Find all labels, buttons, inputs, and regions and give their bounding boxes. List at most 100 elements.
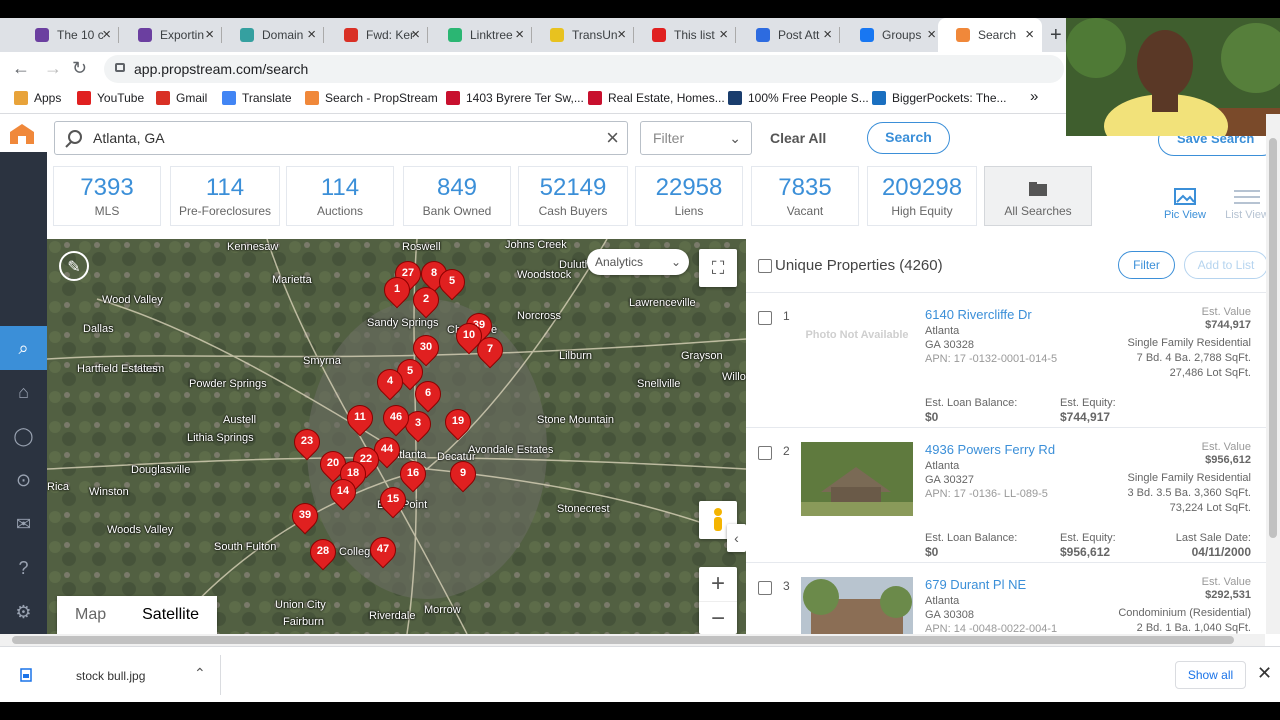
property-apn: APN: 17 -0132-0001-014-5 — [925, 353, 1058, 365]
add-to-list-button[interactable]: Add to List — [1184, 251, 1266, 279]
map-view[interactable]: Kennesaw Roswell Johns Creek Duluth Lawrence… — [47, 239, 746, 634]
clear-all-button[interactable]: Clear All — [770, 130, 826, 146]
search-button[interactable]: Search — [867, 122, 950, 154]
property-search-icon[interactable]: ⊙ — [0, 458, 47, 502]
stat-card[interactable]: 114 Auctions — [286, 166, 394, 226]
horizontal-scroll-thumb[interactable] — [12, 636, 1234, 644]
bookmark-item[interactable]: Translate — [222, 91, 292, 105]
tab-5[interactable]: Linktree × — [430, 18, 532, 52]
tab-2[interactable]: Exportin × — [120, 18, 222, 52]
tab-1[interactable]: The 10 c × — [17, 18, 119, 52]
back-icon[interactable]: ← — [12, 58, 30, 79]
stat-card[interactable]: 849 Bank Owned — [403, 166, 511, 226]
tab-close-icon[interactable]: × — [719, 26, 728, 43]
bookmark-item[interactable]: 100% Free People S... — [728, 91, 869, 105]
bookmark-item[interactable]: Gmail — [156, 91, 207, 105]
map-type-map-button[interactable]: Map — [57, 596, 124, 634]
tab-close-icon[interactable]: × — [515, 26, 524, 43]
bookmark-item[interactable]: Real Estate, Homes... — [588, 91, 725, 105]
user-icon[interactable]: ◯ — [0, 414, 47, 458]
tab-9[interactable]: Groups × — [842, 18, 944, 52]
loan-balance-label: Est. Loan Balance: — [925, 397, 1018, 409]
show-all-button[interactable]: Show all — [1175, 661, 1246, 689]
tab-close-icon[interactable]: × — [102, 26, 111, 43]
zoom-in-button[interactable]: + — [699, 567, 737, 601]
fullscreen-icon[interactable]: ⛶ — [699, 249, 737, 287]
close-icon[interactable]: ✕ — [1257, 663, 1272, 684]
propstream-logo[interactable] — [0, 114, 47, 152]
tab-8[interactable]: Post Att × — [738, 18, 840, 52]
bookmark-item[interactable]: Apps — [14, 91, 61, 105]
analytics-dropdown[interactable]: Analytics ⌄ — [587, 249, 689, 275]
download-filename[interactable]: stock bull.jpg — [76, 669, 145, 683]
chevron-up-icon[interactable]: ⌃ — [194, 665, 206, 682]
collapse-panel-icon[interactable]: ‹ — [727, 524, 746, 552]
tab-close-icon[interactable]: × — [307, 26, 316, 43]
pic-view-toggle[interactable]: Pic View — [1162, 188, 1208, 221]
stat-value: 22958 — [655, 174, 723, 201]
property-row[interactable]: 2 4936 Powers Ferry Rd Atlanta GA 30327 APN:… — [746, 427, 1266, 562]
stat-card[interactable]: 7393 MLS — [53, 166, 161, 226]
vertical-scroll-thumb[interactable] — [1269, 138, 1277, 538]
property-photo[interactable] — [801, 442, 913, 516]
last-sale-date: 04/11/2000 — [1191, 545, 1251, 559]
property-row[interactable]: 1 Photo Not Available 6140 Rivercliffe Dr A… — [746, 292, 1266, 427]
bookmarks-overflow[interactable]: » — [1030, 88, 1038, 105]
tab-close-icon[interactable]: × — [1025, 26, 1034, 43]
tab-close-icon[interactable]: × — [823, 26, 832, 43]
tab-close-icon[interactable]: × — [927, 26, 936, 43]
property-row[interactable]: 3 679 Durant Pl NE Atlanta GA 30308 APN: 14 … — [746, 562, 1266, 634]
bookmark-label: Search - PropStream — [325, 91, 438, 105]
stat-card[interactable]: 52149 Cash Buyers — [518, 166, 628, 226]
stat-card[interactable]: 7835 Vacant — [751, 166, 859, 226]
draw-pencil-icon[interactable]: ✎ — [59, 251, 89, 281]
tab-title: The 10 c — [57, 28, 104, 42]
location-search-input[interactable]: Atlanta, GA × — [54, 121, 628, 155]
clear-search-icon[interactable]: × — [606, 122, 619, 154]
tab-7[interactable]: This list × — [634, 18, 736, 52]
screen: The 10 c × Exportin × Domain × Fwd: Ker × Linktr… — [0, 0, 1280, 720]
property-address-link[interactable]: 4936 Powers Ferry Rd — [925, 442, 1055, 457]
select-all-checkbox[interactable] — [758, 259, 772, 273]
bookmark-item[interactable]: Search - PropStream — [305, 91, 438, 105]
tab-close-icon[interactable]: × — [617, 26, 626, 43]
megaphone-icon[interactable]: ✉ — [0, 502, 47, 546]
map-type-satellite-button[interactable]: Satellite — [124, 596, 217, 634]
bookmark-item[interactable]: BiggerPockets: The... — [872, 91, 1007, 105]
url-field[interactable]: app.propstream.com/search — [104, 55, 1064, 83]
tab-4[interactable]: Fwd: Ker × — [326, 18, 428, 52]
home-icon[interactable]: ⌂ — [0, 370, 47, 414]
stat-card[interactable]: 209298 High Equity — [867, 166, 977, 226]
tab-3[interactable]: Domain × — [222, 18, 324, 52]
list-view-toggle[interactable]: List View — [1222, 188, 1272, 221]
stat-card[interactable]: 22958 Liens — [635, 166, 743, 226]
bookmark-item[interactable]: 1403 Byrere Ter Sw,... — [446, 91, 584, 105]
help-icon[interactable]: ? — [0, 546, 47, 590]
vertical-scrollbar[interactable] — [1266, 114, 1280, 634]
settings-icon[interactable]: ⚙ — [0, 590, 47, 634]
row-checkbox[interactable] — [758, 311, 772, 325]
stat-card[interactable]: 114 Pre-Foreclosures — [170, 166, 280, 226]
tab-10[interactable]: Search × — [938, 18, 1042, 52]
tab-close-icon[interactable]: × — [411, 26, 420, 43]
new-tab-button[interactable]: + — [1050, 24, 1062, 47]
search-icon[interactable]: ⌕ — [0, 326, 47, 370]
list-view-label: List View — [1225, 209, 1269, 221]
property-photo[interactable] — [801, 577, 913, 634]
horizontal-scrollbar[interactable] — [0, 634, 1265, 646]
filter-dropdown[interactable]: Filter ⌄ — [640, 121, 752, 155]
property-address-link[interactable]: 6140 Rivercliffe Dr — [925, 307, 1032, 322]
zoom-out-button[interactable]: − — [699, 601, 737, 634]
results-filter-button[interactable]: Filter — [1118, 251, 1175, 279]
bookmark-label: YouTube — [97, 91, 145, 105]
all-searches-button[interactable]: All Searches — [984, 166, 1092, 226]
bookmark-item[interactable]: YouTube — [77, 91, 144, 105]
row-checkbox[interactable] — [758, 446, 772, 460]
tab-6[interactable]: TransUn × — [532, 18, 634, 52]
forward-icon[interactable]: → — [44, 58, 62, 79]
reload-icon[interactable]: ↻ — [72, 58, 87, 79]
property-address-link[interactable]: 679 Durant Pl NE — [925, 577, 1026, 592]
tab-close-icon[interactable]: × — [205, 26, 214, 43]
equity-label: Est. Equity: — [1060, 397, 1116, 409]
row-checkbox[interactable] — [758, 581, 772, 595]
